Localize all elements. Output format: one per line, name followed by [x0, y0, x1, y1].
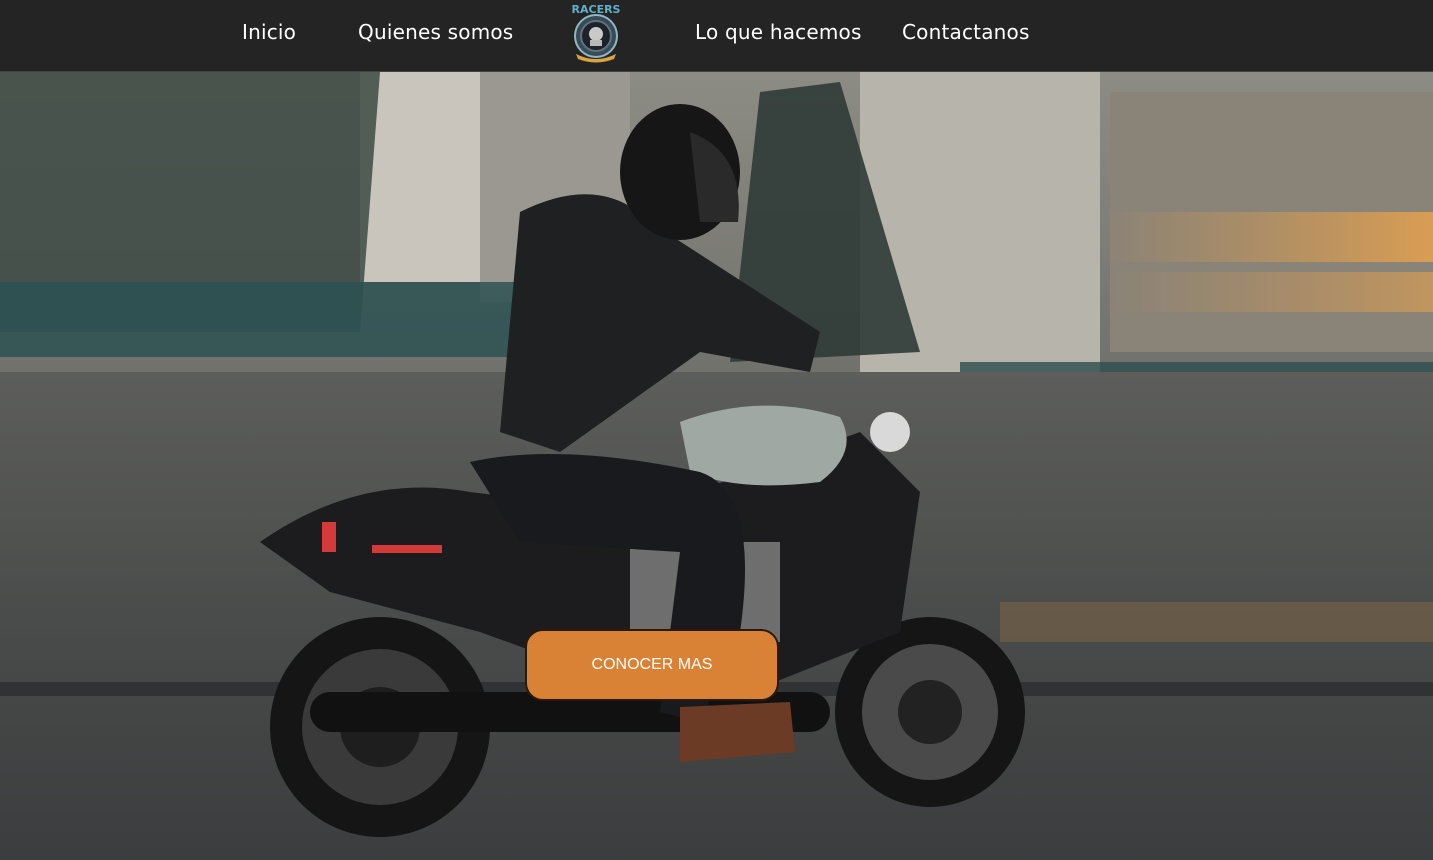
top-navbar: Inicio Quienes somos RACERS Lo que hacem… [0, 0, 1433, 72]
conocer-mas-button[interactable]: CONOCER MAS [525, 629, 779, 701]
hero-background-image [0, 72, 1433, 860]
nav-link-quienes-somos[interactable]: Quienes somos [358, 20, 513, 44]
racers-logo[interactable]: RACERS [566, 2, 626, 64]
hero-section: CONOCER MAS [0, 72, 1433, 860]
racers-badge-icon: RACERS [572, 3, 621, 63]
nav-link-contactanos[interactable]: Contactanos [902, 20, 1030, 44]
nav-link-inicio[interactable]: Inicio [242, 20, 296, 44]
nav-link-lo-que-hacemos[interactable]: Lo que hacemos [695, 20, 862, 44]
